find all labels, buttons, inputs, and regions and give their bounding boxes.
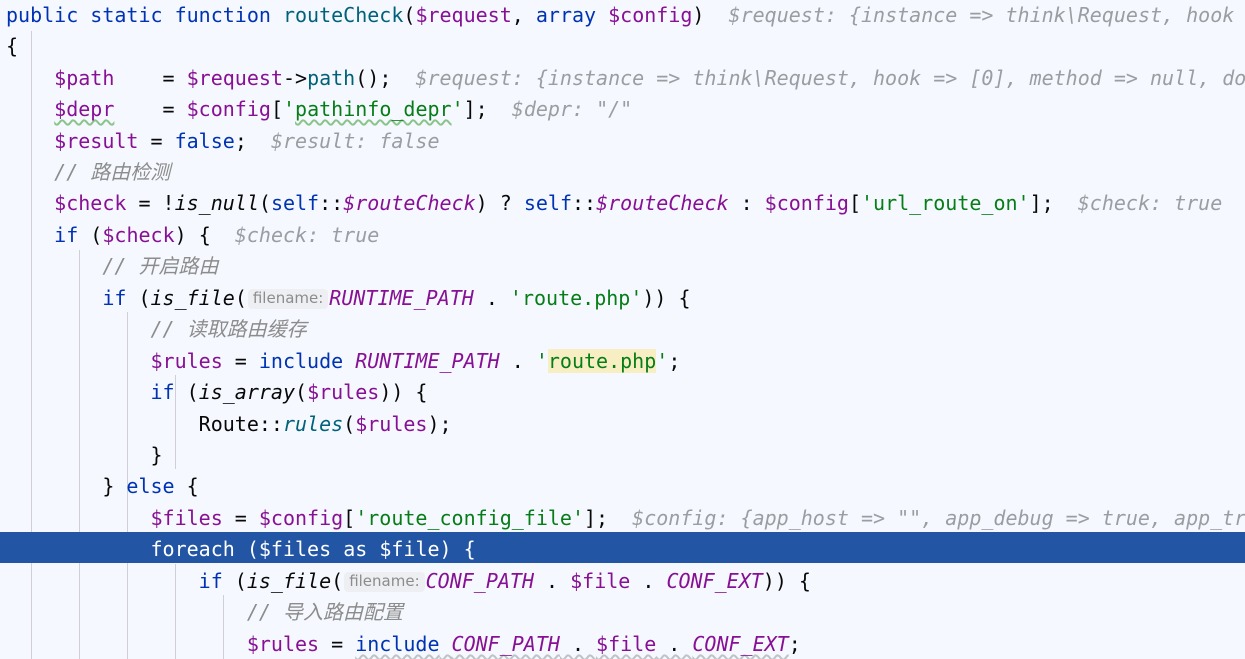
code-line[interactable]: $result = false; $result: false [6, 126, 439, 157]
code-line[interactable]: if ($check) { $check: true [6, 220, 379, 251]
code-editor[interactable]: public static function routeCheck($reque… [0, 0, 1245, 659]
code-line[interactable]: $path = $request->path(); $request: {ins… [6, 63, 1245, 94]
code-line[interactable]: $files = $config['route_config_file']; $… [6, 503, 1245, 534]
usage-highlight: route.php [547, 349, 657, 373]
inline-param-hint-filename: filename: [344, 572, 425, 592]
code-line[interactable]: // 导入路由配置 [6, 597, 403, 628]
code-line[interactable]: $rules = include RUNTIME_PATH . 'route.p… [6, 346, 680, 377]
code-line[interactable]: } [6, 440, 162, 471]
code-line[interactable]: Route::rules($rules); [6, 409, 452, 440]
code-line[interactable]: { [6, 31, 18, 62]
inline-param-hint-filename: filename: [247, 289, 329, 309]
code-line-selected[interactable]: foreach ($files as $file) { [6, 534, 476, 565]
code-line[interactable]: if (is_array($rules)) { [6, 377, 428, 408]
code-line[interactable]: // 路由检测 [6, 157, 170, 188]
code-line[interactable]: // 读取路由缓存 [6, 314, 307, 345]
code-line[interactable]: $check = !is_null(self::$routeCheck) ? s… [6, 188, 1222, 219]
code-line[interactable]: $rules = include CONF_PATH . $file . CON… [6, 629, 801, 659]
code-line[interactable]: } else { [6, 471, 198, 502]
code-line[interactable]: public static function routeCheck($reque… [6, 0, 1234, 31]
code-line[interactable]: if (is_file(filename: RUNTIME_PATH . 'rou… [6, 283, 690, 314]
code-line[interactable]: $depr = $config['pathinfo_depr']; $depr:… [6, 94, 632, 125]
code-line[interactable]: if (is_file(filename: CONF_PATH . $file .… [6, 566, 811, 597]
code-line[interactable]: // 开启路由 [6, 251, 218, 282]
